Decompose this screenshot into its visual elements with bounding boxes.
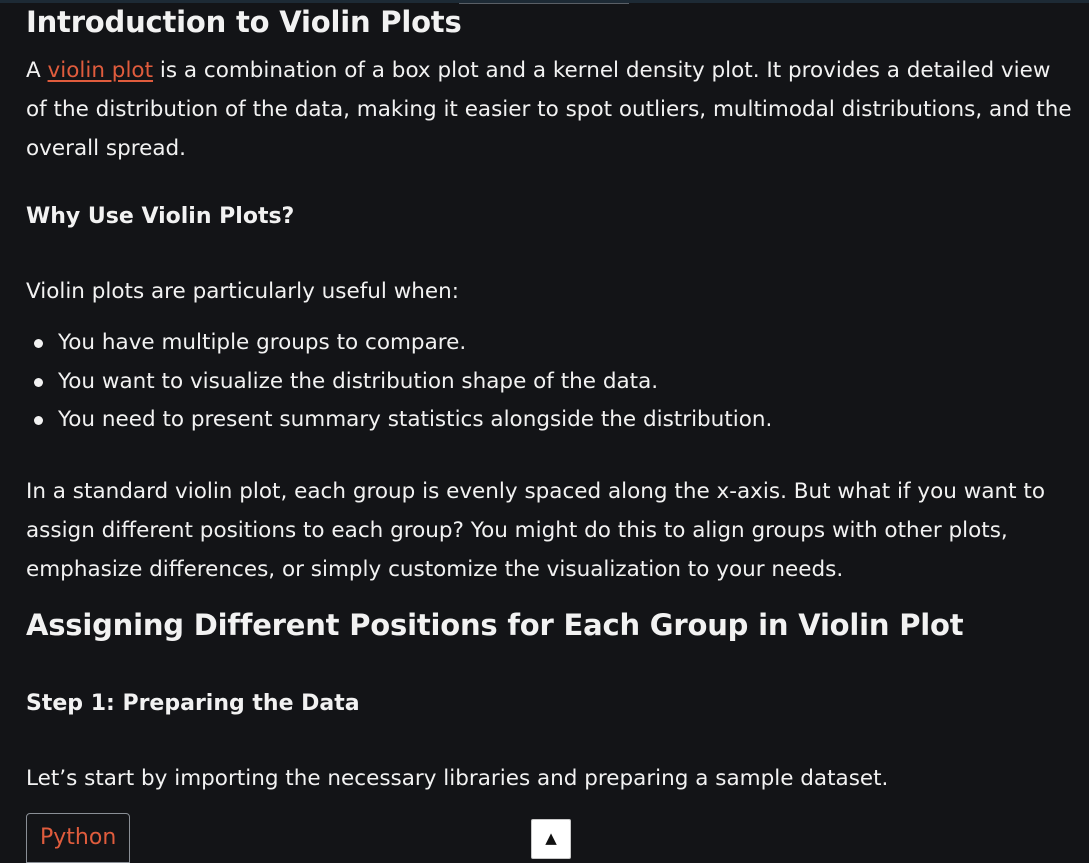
step1-heading: Step 1: Preparing the Data <box>26 691 360 716</box>
standard-paragraph: In a standard violin plot, each group is… <box>26 479 1045 582</box>
section-heading: Assigning Different Positions for Each G… <box>26 608 964 642</box>
article-title: Introduction to Violin Plots <box>26 5 462 39</box>
step1-text: Let’s start by importing the necessary l… <box>26 766 889 791</box>
top-tab-indicator <box>459 3 629 4</box>
list-item-text: You need to present summary statistics a… <box>58 407 773 432</box>
bullet-icon <box>34 339 43 348</box>
list-item: You have multiple groups to compare. <box>26 324 772 363</box>
why-heading: Why Use Violin Plots? <box>26 204 295 229</box>
bullet-icon <box>34 416 43 425</box>
code-tab-label: Python <box>40 825 117 850</box>
list-item: You want to visualize the distribution s… <box>26 363 772 402</box>
intro-paragraph: A violin plot is a combination of a box … <box>26 51 1076 168</box>
reasons-list: You have multiple groups to compare. You… <box>26 324 772 440</box>
intro-rest: is a combination of a box plot and a ker… <box>26 58 1072 161</box>
violin-plot-link[interactable]: violin plot <box>48 58 153 83</box>
bullet-icon <box>34 377 43 387</box>
list-item-text: You have multiple groups to compare. <box>58 330 467 355</box>
useful-when-text: Violin plots are particularly useful whe… <box>26 279 460 304</box>
intro-prefix: A <box>26 58 48 83</box>
list-item: You need to present summary statistics a… <box>26 401 772 440</box>
scroll-to-top-button[interactable]: ▲ <box>531 819 571 859</box>
list-item-text: You want to visualize the distribution s… <box>58 368 659 394</box>
arrow-up-icon: ▲ <box>545 829 557 847</box>
